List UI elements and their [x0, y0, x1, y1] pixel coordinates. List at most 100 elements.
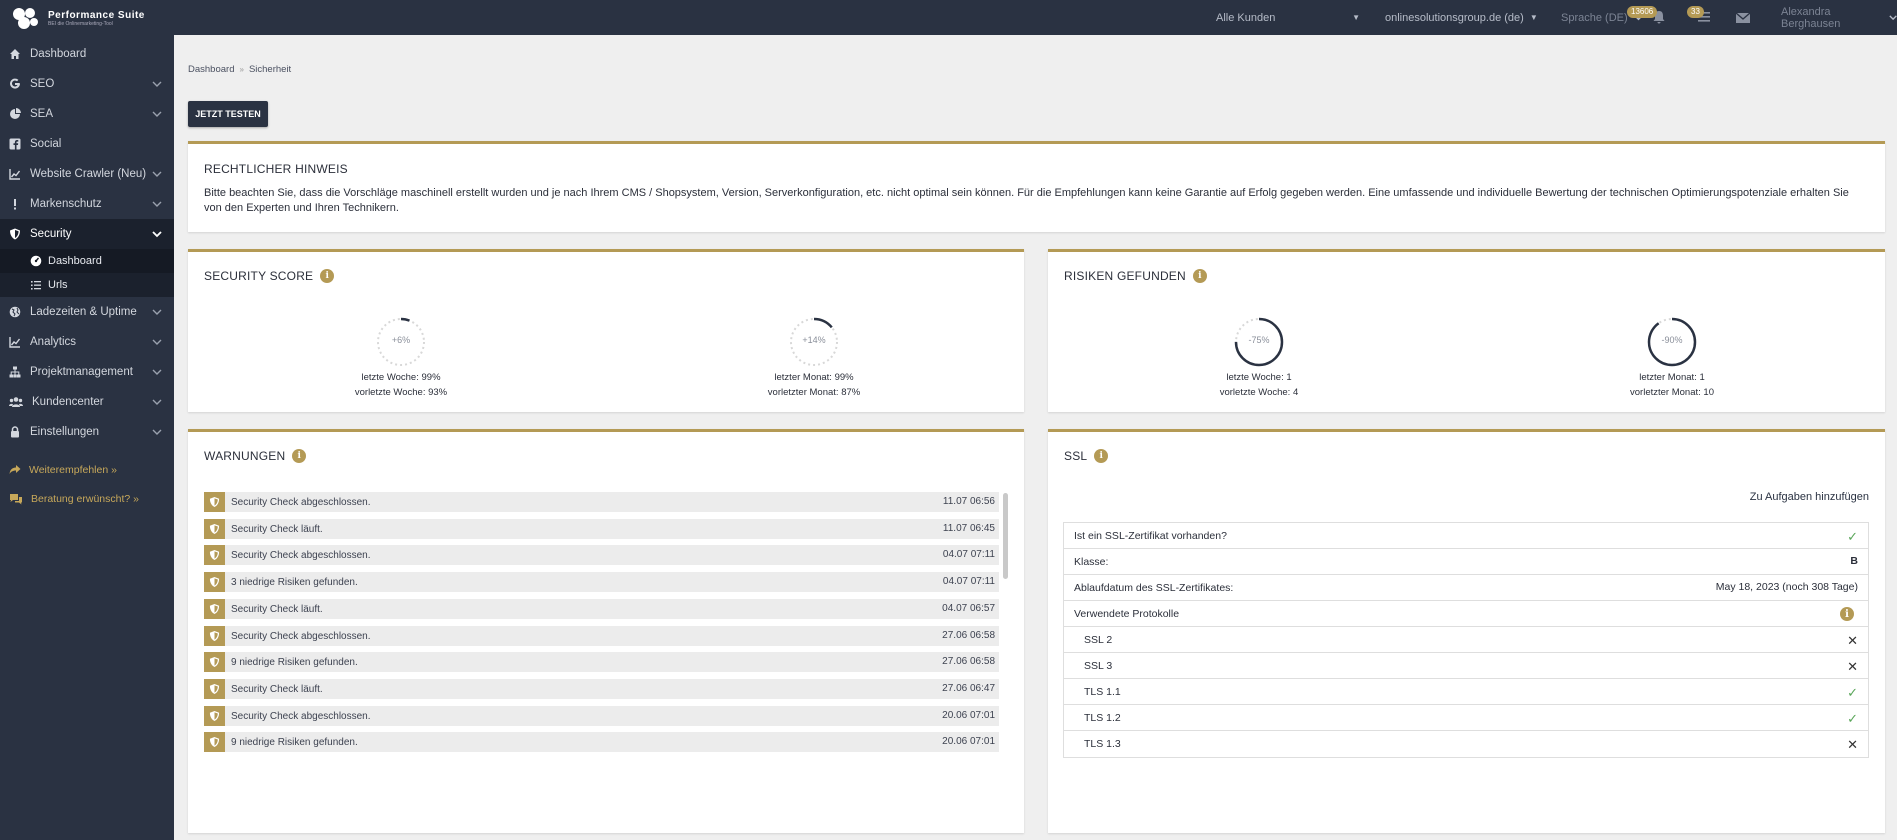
logo-subtitle: BEI die Onlinemarketing-Tool — [48, 20, 113, 27]
list-item[interactable]: 9 niedrige Risiken gefunden. 20.06 07:01 — [204, 732, 999, 752]
ssl-row-class: Klasse: B — [1064, 549, 1868, 575]
consulting-link-label: Beratung erwünscht? » — [31, 493, 139, 505]
caption-label: letzte Woche: — [361, 372, 419, 383]
info-icon[interactable]: i — [1192, 269, 1207, 283]
sidebar-item-label: Social — [30, 138, 62, 150]
ssl-table: Ist ein SSL-Zertifikat vorhanden? ✓ Klass… — [1063, 522, 1869, 758]
list-item[interactable]: 9 niedrige Risiken gefunden. 27.06 06:58 — [204, 652, 999, 672]
chat-icon — [10, 494, 22, 505]
home-icon — [10, 49, 20, 59]
recommend-link[interactable]: Weiterempfehlen » — [9, 464, 117, 476]
sidebar-item-analytics[interactable]: Analytics — [0, 327, 174, 357]
legal-notice-title: RECHTLICHER HINWEIS — [204, 162, 348, 176]
sidebar-item-security[interactable]: Security — [0, 219, 174, 249]
sidebar-subitem-label: Dashboard — [48, 255, 102, 267]
sidebar-item-label: Einstellungen — [30, 426, 100, 438]
sidebar-item-dashboard[interactable]: Dashboard — [0, 39, 174, 69]
sidebar-item-label: Markenschutz — [30, 198, 102, 210]
warning-time: 04.07 06:57 — [942, 603, 995, 614]
shield-icon — [204, 492, 225, 512]
shield-icon — [10, 228, 20, 240]
ssl-row-value: May 18, 2023 (noch 308 Tage) — [1715, 581, 1858, 593]
consulting-link[interactable]: Beratung erwünscht? » — [9, 493, 139, 505]
warning-text: Security Check abgeschlossen. — [231, 496, 371, 508]
warning-time: 04.07 07:11 — [942, 576, 995, 587]
ssl-row-expiry: Ablaufdatum des SSL-Zertifikates: May 18,… — [1064, 575, 1868, 601]
customer-select[interactable]: Alle Kunden ▼ — [1216, 0, 1364, 35]
security-score-title: SECURITY SCORE — [204, 269, 314, 283]
sidebar-item-projektmanagement[interactable]: Projektmanagement — [0, 357, 174, 387]
sidebar-item-ladezeiten[interactable]: Ladezeiten & Uptime — [0, 297, 174, 327]
sidebar: Dashboard SEO SEA Social Website Crawler… — [0, 35, 174, 840]
chevron-down-icon — [152, 399, 162, 405]
chevron-down-icon — [152, 309, 162, 315]
mail-icon[interactable] — [1735, 10, 1751, 26]
info-icon[interactable]: i — [1094, 449, 1109, 463]
warning-time: 27.06 06:47 — [942, 683, 995, 694]
chevron-down-icon: ▼ — [1529, 13, 1538, 22]
list-item[interactable]: Security Check abgeschlossen. 04.07 07:11 — [204, 545, 999, 565]
cross-icon: ✕ — [1847, 633, 1858, 648]
sidebar-item-label: SEA — [30, 108, 54, 120]
list-item[interactable]: Security Check läuft. 27.06 06:47 — [204, 679, 999, 699]
chevron-down-icon — [152, 111, 162, 117]
sidebar-item-sea[interactable]: SEA — [0, 99, 174, 129]
sidebar-item-label: Ladezeiten & Uptime — [30, 306, 137, 318]
user-menu[interactable]: Alexandra Berghausen — [1781, 0, 1897, 35]
users-icon — [9, 397, 23, 407]
sidebar-subitem-label: Urls — [48, 279, 68, 291]
cross-icon: ✕ — [1847, 659, 1858, 674]
line-chart-icon — [9, 169, 21, 180]
ssl-row-tls12: TLS 1.2 ✓ — [1064, 705, 1868, 731]
warning-time: 27.06 06:58 — [942, 630, 995, 641]
list-item[interactable]: Security Check läuft. 11.07 06:45 — [204, 519, 999, 539]
ssl-row-value: B — [1850, 555, 1858, 567]
warning-text: Security Check läuft. — [231, 683, 323, 695]
breadcrumb: Dashboard » Sicherheit — [188, 64, 291, 75]
ssl-row-tls13: TLS 1.3 ✕ — [1064, 731, 1868, 757]
sidebar-subitem-security-dashboard[interactable]: Dashboard — [0, 249, 174, 273]
caption-value: 99% — [421, 372, 441, 383]
breadcrumb-home[interactable]: Dashboard — [188, 64, 234, 75]
sidebar-item-kundencenter[interactable]: Kundencenter — [0, 387, 174, 417]
sidebar-item-einstellungen[interactable]: Einstellungen — [0, 417, 174, 447]
shield-icon — [204, 599, 225, 619]
ssl-row-protocols: Verwendete Protokolle i — [1064, 601, 1868, 627]
ssl-row-ssl3: SSL 3 ✕ — [1064, 653, 1868, 679]
domain-select[interactable]: onlinesolutionsgroup.de (de) ▼ — [1385, 0, 1538, 35]
sidebar-item-seo[interactable]: SEO — [0, 69, 174, 99]
info-icon[interactable]: i — [1840, 607, 1854, 621]
legal-notice-card: RECHTLICHER HINWEIS Bitte beachten Sie, … — [188, 141, 1885, 232]
gauge-value: -90% — [1661, 335, 1683, 345]
info-icon[interactable]: i — [320, 269, 335, 283]
gauge-value: -75% — [1248, 335, 1270, 345]
user-name: Alexandra Berghausen — [1781, 5, 1841, 30]
list-item[interactable]: 3 niedrige Risiken gefunden. 04.07 07:11 — [204, 572, 999, 592]
customer-select-value: Alle Kunden — [1216, 11, 1276, 24]
warnings-title: WARNUNGEN — [204, 449, 286, 463]
list-item[interactable]: Security Check abgeschlossen. 27.06 06:58 — [204, 626, 999, 646]
add-to-tasks-link[interactable]: Zu Aufgaben hinzufügen — [1750, 491, 1869, 503]
sidebar-subitem-security-urls[interactable]: Urls — [0, 273, 174, 297]
shield-icon — [204, 732, 225, 752]
logo-title: Performance Suite — [48, 9, 145, 21]
ssl-row-label: TLS 1.3 — [1084, 738, 1121, 750]
ssl-row-ssl2: SSL 2 ✕ — [1064, 627, 1868, 653]
list-item[interactable]: Security Check abgeschlossen. 20.06 07:01 — [204, 706, 999, 726]
list-icon — [31, 281, 41, 290]
info-icon[interactable]: i — [292, 449, 307, 463]
caption-value: 4 — [1292, 387, 1299, 398]
shield-icon — [204, 519, 225, 539]
test-now-button[interactable]: JETZT TESTEN — [188, 101, 268, 127]
gauge-value: +14% — [802, 335, 826, 345]
warnings-scrollbar[interactable] — [1003, 493, 1008, 579]
list-item[interactable]: Security Check läuft. 04.07 06:57 — [204, 599, 999, 619]
list-item[interactable]: Security Check abgeschlossen. 11.07 06:56 — [204, 492, 999, 512]
sidebar-item-markenschutz[interactable]: Markenschutz — [0, 189, 174, 219]
ssl-header: SSL i — [1064, 449, 1109, 463]
app-logo[interactable]: Performance Suite BEI die Onlinemarketin… — [10, 4, 170, 32]
check-icon: ✓ — [1847, 685, 1858, 700]
sidebar-item-website-crawler[interactable]: Website Crawler (Neu) — [0, 159, 174, 189]
ssl-row-label: SSL 3 — [1084, 659, 1113, 672]
sidebar-item-social[interactable]: Social — [0, 129, 174, 159]
